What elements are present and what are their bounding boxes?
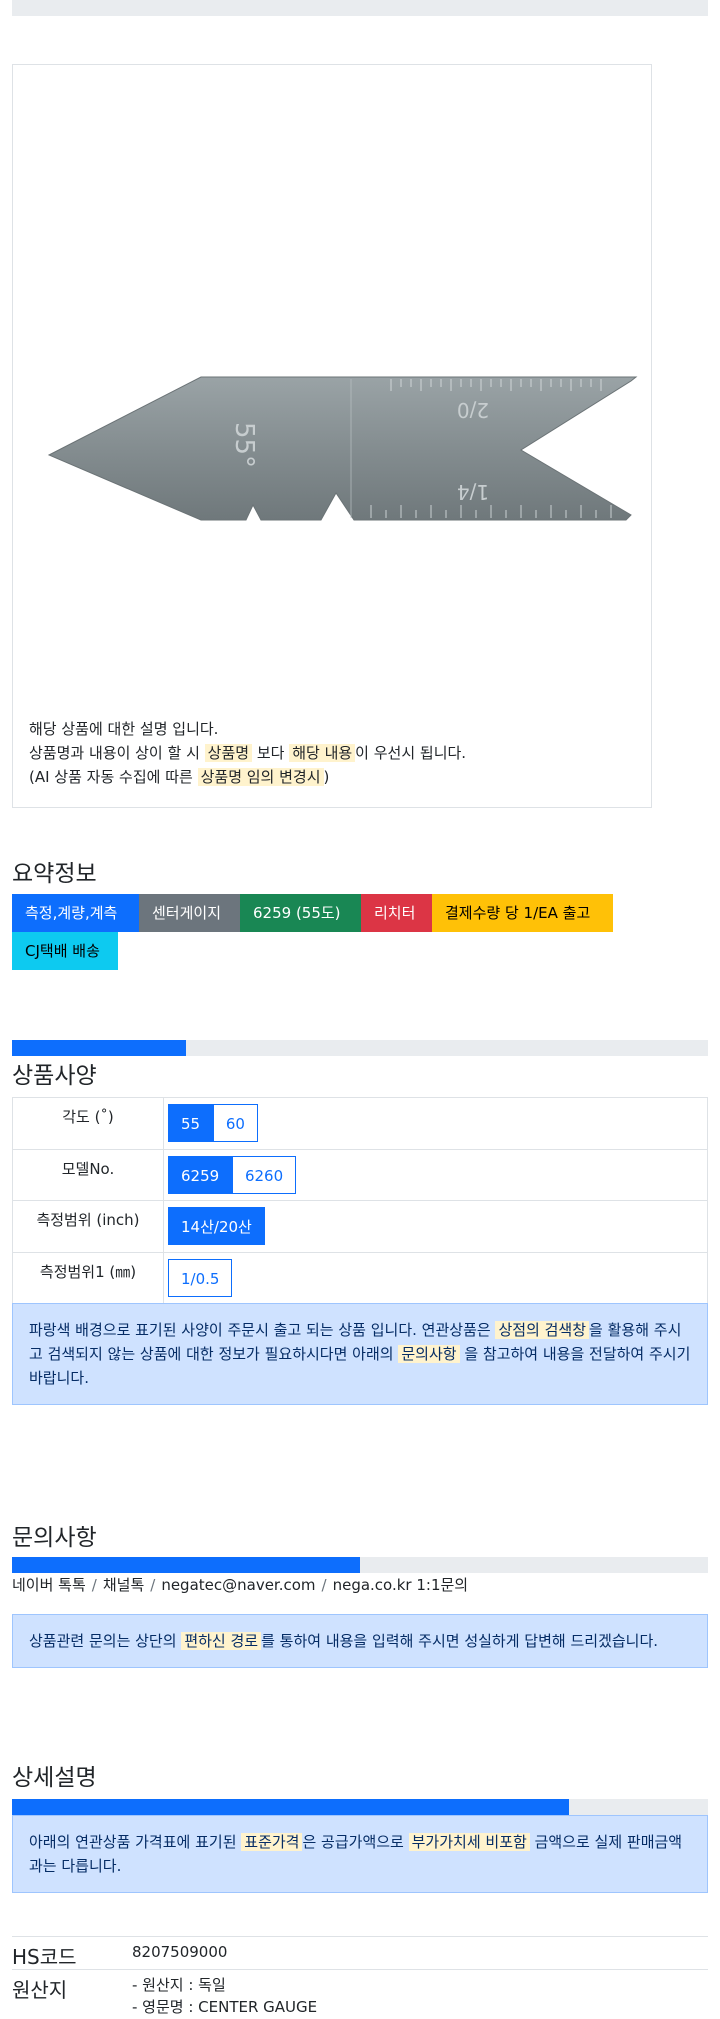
chip-shipping: CJ택배 배송 — [12, 932, 118, 970]
chip-category: 측정,계량,계측 — [12, 894, 139, 932]
highlight-vat-excluded: 부가가치세 비포함 — [408, 1833, 530, 1851]
spec-label: 측정범위1 (㎜) — [12, 1251, 164, 1304]
product-description: 해당 상품에 대한 설명 입니다. 상품명과 내용이 상이 할 시 상품명 보다… — [29, 717, 466, 789]
spec-values: 6259 6260 — [163, 1148, 708, 1201]
detail-title: 상세설명 — [12, 1765, 97, 1791]
gauge-angle-mark: 55° — [229, 422, 259, 468]
highlight-search-box: 상점의 검색창 — [495, 1321, 590, 1339]
hs-code-row: HS코드 8207509000 — [12, 1936, 708, 1969]
spec-row-range-inch: 측정범위 (inch) 14산/20산 — [12, 1200, 708, 1253]
spec-row-model: 모델No. 6259 6260 — [12, 1148, 708, 1201]
spec-values: 1/0.5 — [163, 1251, 708, 1304]
chip-model: 6259 (55도) — [240, 894, 361, 932]
detail-notice: 아래의 연관상품 가격표에 표기된 표준가격 은 공급가액으로 부가가치세 비포함… — [12, 1815, 708, 1893]
origin-row: 원산지 - 원산지 : 독일 - 영문명 : CENTER GAUGE — [12, 1969, 708, 2019]
description-line-1: 해당 상품에 대한 설명 입니다. — [29, 720, 219, 738]
option-range-mm[interactable]: 1/0.5 — [168, 1258, 233, 1297]
spec-row-angle: 각도 (˚) 55 60 — [12, 1097, 708, 1150]
gauge-scale-mark-b: 1/4 — [457, 480, 489, 504]
specs-progress-bar — [12, 1040, 708, 1056]
chip-type: 센터게이지 — [139, 894, 240, 932]
origin-values: - 원산지 : 독일 - 영문명 : CENTER GAUGE — [132, 1974, 317, 2018]
inquiry-progress-bar — [12, 1557, 708, 1573]
spec-label: 모델No. — [12, 1148, 164, 1201]
chip-order-quantity: 결제수량 당 1/EA 출고 — [432, 894, 613, 932]
inquiry-notice: 상품관련 문의는 상단의 편하신 경로 를 통하여 내용을 입력해 주시면 성실하… — [12, 1614, 708, 1668]
link-email[interactable]: negatec@naver.com — [161, 1576, 315, 1594]
top-progress-bar — [12, 0, 708, 16]
option-model-6259[interactable]: 6259 — [168, 1155, 233, 1194]
summary-title: 요약정보 — [12, 861, 97, 887]
gauge-scale-mark-a: 2/0 — [457, 398, 489, 422]
option-range-inch[interactable]: 14산/20산 — [168, 1207, 265, 1246]
link-channel-talk[interactable]: 채널톡 — [103, 1576, 144, 1594]
highlight-convenient-route: 편하신 경로 — [181, 1632, 262, 1650]
hs-code-label: HS코드 — [12, 1945, 77, 1969]
description-line-2: 상품명과 내용이 상이 할 시 상품명 보다 해당 내용 이 우선시 됩니다. — [29, 744, 467, 762]
inquiry-title: 문의사항 — [12, 1525, 97, 1551]
chip-brand: 리치터 — [361, 894, 432, 932]
inquiry-progress-fill — [12, 1557, 360, 1573]
highlight-standard-price: 표준가격 — [241, 1833, 303, 1851]
contact-links: 네이버 톡톡 / 채널톡 / negatec@naver.com / nega.co.kr … — [12, 1576, 469, 1594]
specs-progress-fill — [12, 1040, 186, 1056]
spec-row-range-mm: 측정범위1 (㎜) 1/0.5 — [12, 1251, 708, 1304]
link-naver-talk[interactable]: 네이버 톡톡 — [12, 1576, 86, 1594]
specs-title: 상품사양 — [12, 1063, 97, 1089]
origin-english-name: - 영문명 : CENTER GAUGE — [132, 1998, 318, 2016]
spec-table: 각도 (˚) 55 60 모델No. 6259 6260 측정범위 (inch)… — [12, 1097, 708, 1304]
hs-code-value: 8207509000 — [132, 1943, 228, 1961]
highlight-product-name: 상품명 — [204, 744, 253, 762]
specs-notice: 파랑색 배경으로 표기된 사양이 주문시 출고 되는 상품 입니다. 연관상품은… — [12, 1303, 708, 1405]
center-gauge-image: 55° 2/0 1/4 — [47, 376, 638, 521]
detail-progress-bar — [12, 1799, 708, 1815]
option-model-6260[interactable]: 6260 — [231, 1155, 297, 1194]
origin-label: 원산지 — [12, 1978, 68, 2002]
description-line-3: (AI 상품 자동 수집에 따른 상품명 임의 변경시) — [29, 768, 330, 786]
detail-progress-fill — [12, 1799, 569, 1815]
highlight-content: 해당 내용 — [289, 744, 356, 762]
origin-country: - 원산지 : 독일 — [132, 1976, 226, 1994]
highlight-inquiry: 문의사항 — [398, 1345, 460, 1363]
spec-label: 각도 (˚) — [12, 1097, 164, 1150]
spec-label: 측정범위 (inch) — [12, 1200, 164, 1253]
spec-values: 55 60 — [163, 1097, 708, 1150]
link-site-inquiry[interactable]: nega.co.kr 1:1문의 — [333, 1576, 469, 1594]
option-angle-60[interactable]: 60 — [212, 1104, 258, 1143]
spec-values: 14산/20산 — [163, 1200, 708, 1253]
highlight-name-change: 상품명 임의 변경시 — [197, 768, 324, 786]
option-angle-55[interactable]: 55 — [168, 1104, 214, 1143]
product-image-card: 55° 2/0 1/4 해당 상품에 대한 설명 입니다. 상품명과 내용이 상… — [12, 64, 652, 808]
